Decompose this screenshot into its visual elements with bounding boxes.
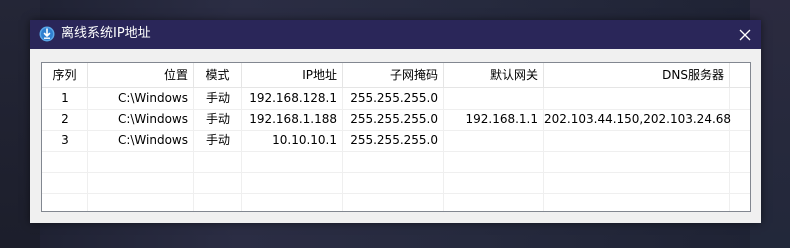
window-title: 离线系统IP地址 (61, 26, 151, 41)
close-button[interactable] (729, 20, 761, 49)
cell-mask: 255.255.255.0 (350, 133, 438, 147)
cell-dns (544, 130, 730, 151)
cell-mask: 255.255.255.0 (350, 91, 438, 105)
cell-gateway (444, 88, 544, 109)
grid-line (42, 151, 750, 152)
cell-ip: 10.10.10.1 (272, 133, 337, 147)
column-header-location[interactable]: 位置 (88, 63, 194, 87)
ip-address-dialog: 离线系统IP地址 序列 位置 模式 IP地址 子网掩码 默认网关 DNS服务器 (30, 20, 761, 223)
cell-mode: 手动 (205, 112, 230, 126)
cell-location: C:\Windows (117, 133, 188, 147)
title-bar[interactable]: 离线系统IP地址 (30, 20, 761, 49)
cell-dns (544, 88, 730, 109)
list-header: 序列 位置 模式 IP地址 子网掩码 默认网关 DNS服务器 (42, 63, 750, 88)
cell-index: 2 (61, 112, 69, 126)
cell-index: 3 (61, 133, 69, 147)
cell-dns: 202.103.44.150,202.103.24.68 (544, 112, 732, 126)
cell-ip: 192.168.128.1 (249, 91, 337, 105)
table-row[interactable]: 2 C:\Windows 手动 192.168.1.188 255.255.25… (42, 109, 750, 130)
cell-gateway (444, 130, 544, 151)
grid-line (42, 172, 750, 173)
cell-ip: 192.168.1.188 (249, 112, 337, 126)
column-header-gateway[interactable]: 默认网关 (444, 63, 544, 87)
cell-location: C:\Windows (117, 91, 188, 105)
close-icon (739, 29, 751, 40)
column-header-mask[interactable]: 子网掩码 (343, 63, 444, 87)
grid-line (42, 193, 750, 194)
column-header-mode[interactable]: 模式 (194, 63, 242, 87)
cell-mask: 255.255.255.0 (350, 112, 438, 126)
cell-mode: 手动 (205, 91, 230, 105)
table-row[interactable]: 3 C:\Windows 手动 10.10.10.1 255.255.255.0 (42, 130, 750, 151)
cell-mode: 手动 (205, 133, 230, 147)
table-row[interactable]: 1 C:\Windows 手动 192.168.128.1 255.255.25… (42, 88, 750, 109)
cell-gateway: 192.168.1.1 (465, 112, 538, 126)
column-header-dns[interactable]: DNS服务器 (544, 63, 730, 87)
column-header-ip[interactable]: IP地址 (242, 63, 343, 87)
app-icon (39, 26, 55, 42)
dialog-content: 序列 位置 模式 IP地址 子网掩码 默认网关 DNS服务器 1 C:\Wind… (30, 49, 761, 223)
cell-location: C:\Windows (117, 112, 188, 126)
cell-index: 1 (61, 91, 69, 105)
ip-list-view[interactable]: 序列 位置 模式 IP地址 子网掩码 默认网关 DNS服务器 1 C:\Wind… (41, 62, 751, 212)
column-header-index[interactable]: 序列 (42, 63, 88, 87)
